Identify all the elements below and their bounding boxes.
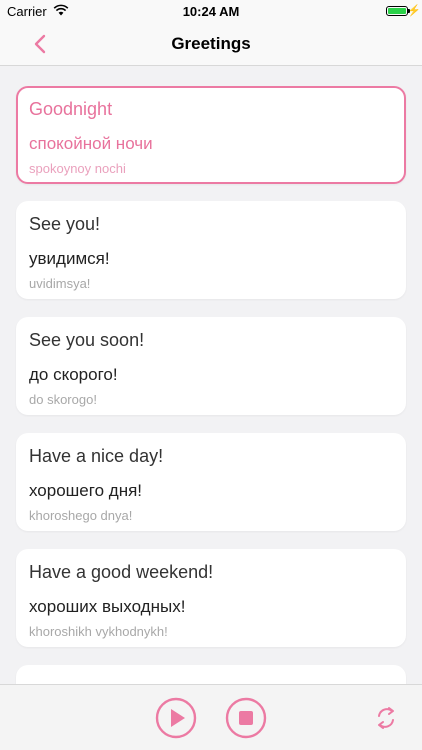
playback-toolbar	[0, 684, 422, 750]
transliteration-text: do skorogo!	[29, 392, 97, 407]
phrase-card[interactable]: Have a good weekend! хороших выходных! k…	[16, 549, 406, 647]
russian-text: хорошего дня!	[29, 481, 143, 500]
repeat-button[interactable]	[372, 704, 400, 732]
page-title: Greetings	[171, 34, 251, 53]
transliteration-text: khoroshikh vykhodnykh!	[29, 624, 168, 639]
russian-text: увидимся!	[29, 249, 110, 268]
clock: 10:24 AM	[182, 4, 240, 19]
status-bar: Carrier 10:24 AM ⚡	[0, 0, 422, 22]
english-text: See you soon!	[29, 330, 145, 350]
play-icon	[155, 697, 197, 739]
english-text: See you!	[29, 214, 101, 234]
repeat-icon	[372, 704, 400, 732]
english-text: Have a nice day!	[29, 446, 164, 466]
play-button[interactable]	[155, 697, 197, 739]
russian-text: хороших выходных!	[29, 597, 186, 616]
transliteration-text: spokoynoy nochi	[29, 161, 126, 176]
transliteration-text: khoroshego dnya!	[29, 508, 133, 523]
stop-button[interactable]	[225, 697, 267, 739]
russian-text: до скорого!	[29, 365, 118, 384]
nav-bar: Greetings	[0, 22, 422, 66]
phrase-card[interactable]: Goodnight спокойной ночи spokoynoy nochi	[16, 86, 406, 184]
phrase-card[interactable]: See you! увидимся! uvidimsya!	[16, 201, 406, 299]
battery-icon	[386, 6, 410, 16]
russian-text: спокойной ночи	[29, 134, 153, 153]
english-text: Have a good weekend!	[29, 562, 214, 582]
phrase-list[interactable]: Goodnight спокойной ночи spokoynoy nochi…	[0, 66, 422, 684]
phrase-card[interactable]	[16, 665, 406, 684]
transliteration-text: uvidimsya!	[29, 276, 91, 291]
phrase-card[interactable]: Have a nice day! хорошего дня! khorosheg…	[16, 433, 406, 531]
stop-icon	[225, 697, 267, 739]
phrase-card[interactable]: See you soon! до скорого! do skorogo!	[16, 317, 406, 415]
english-text: Goodnight	[29, 99, 113, 119]
